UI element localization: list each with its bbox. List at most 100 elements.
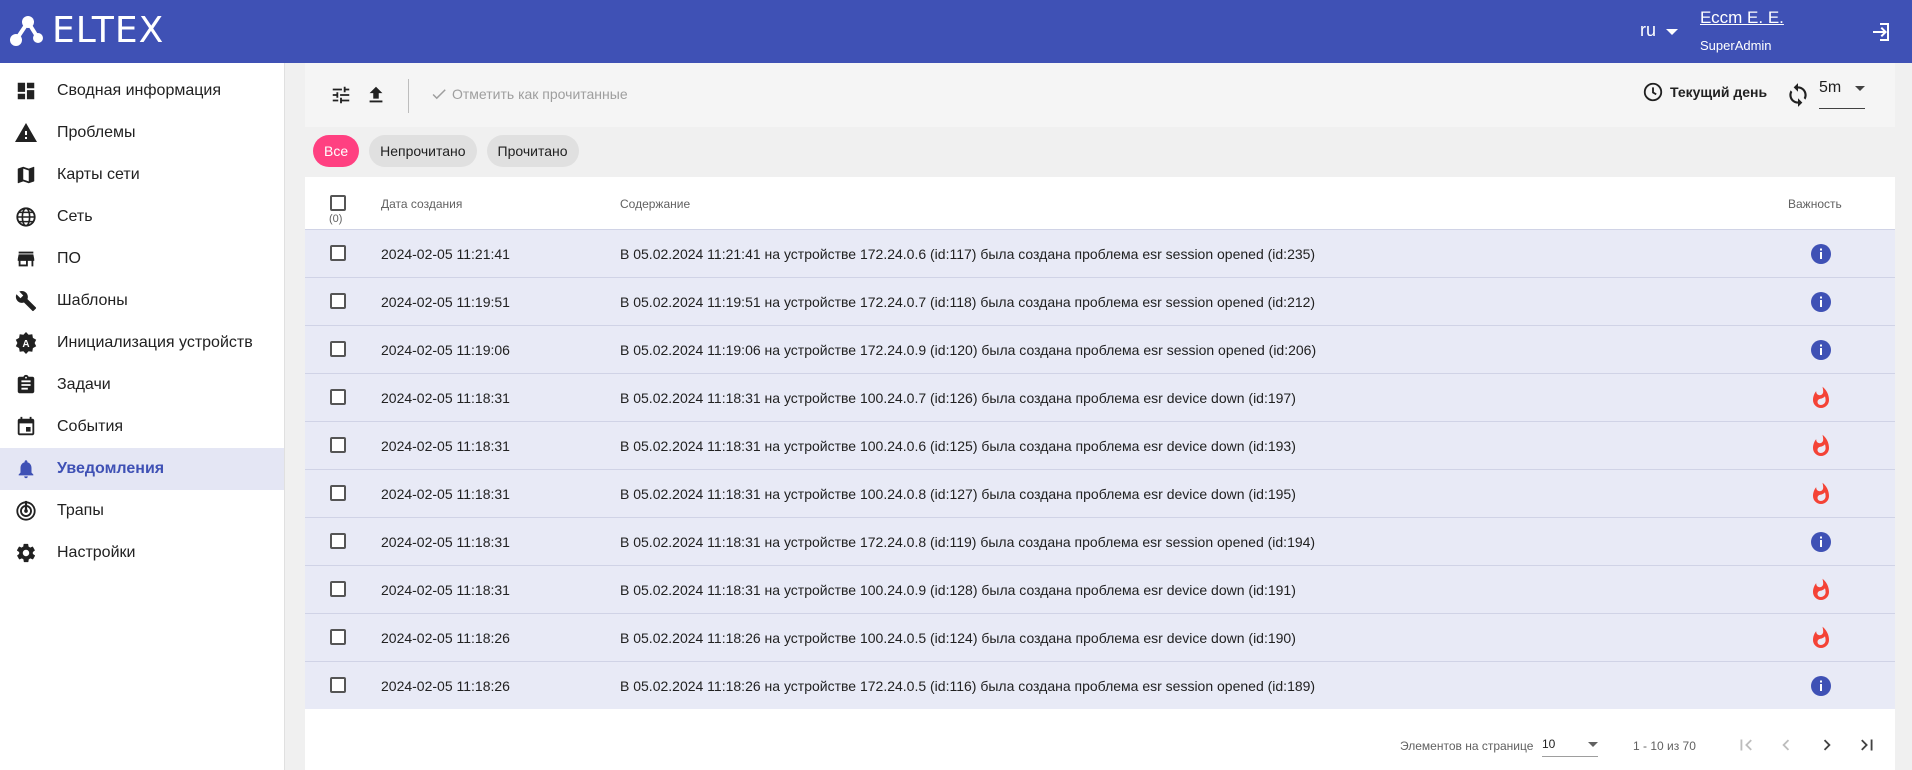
eltex-logo[interactable]: ELTEX — [8, 12, 164, 50]
row-checkbox[interactable] — [330, 581, 346, 597]
row-date: 2024-02-05 11:18:31 — [381, 582, 510, 598]
bell-icon — [14, 457, 38, 481]
export-button[interactable] — [364, 83, 388, 107]
row-content: В 05.02.2024 11:18:31 на устройстве 100.… — [620, 582, 1296, 598]
info-icon — [1811, 340, 1831, 360]
sidebar-item-label: Уведомления — [57, 460, 165, 477]
table-row[interactable]: 2024-02-05 11:21:41 В 05.02.2024 11:21:41… — [305, 229, 1895, 277]
sidebar-item-label: Задачи — [57, 376, 111, 393]
sidebar-item-problems[interactable]: Проблемы — [0, 112, 284, 154]
chip-all[interactable]: Все — [313, 135, 360, 167]
sidebar-item-tasks[interactable]: Задачи — [0, 364, 284, 406]
table-row[interactable]: 2024-02-05 11:18:31 В 05.02.2024 11:18:31… — [305, 421, 1895, 469]
row-content: В 05.02.2024 11:18:26 на устройстве 172.… — [620, 678, 1316, 694]
logout-icon[interactable] — [1868, 20, 1892, 44]
select-all-checkbox[interactable] — [330, 195, 346, 211]
dashboard-icon — [14, 79, 38, 103]
page-size-value: 10 — [1542, 737, 1556, 751]
fire-icon — [1813, 386, 1829, 408]
row-date: 2024-02-05 11:18:26 — [381, 678, 510, 694]
mark-as-read-button[interactable]: Отметить как прочитанные — [430, 85, 628, 103]
items-per-page-label: Элементов на странице — [1400, 739, 1534, 753]
previous-page-button[interactable] — [1772, 731, 1800, 759]
table-row[interactable]: 2024-02-05 11:18:31 В 05.02.2024 11:18:31… — [305, 565, 1895, 613]
row-checkbox[interactable] — [330, 485, 346, 501]
row-checkbox[interactable] — [330, 677, 346, 693]
row-checkbox[interactable] — [330, 245, 346, 261]
chip-unread[interactable]: Непрочитано — [369, 135, 477, 167]
sidebar-item-network-maps[interactable]: Карты сети — [0, 154, 284, 196]
first-page-icon — [1740, 739, 1752, 751]
row-checkbox[interactable] — [330, 389, 346, 405]
table-row[interactable]: 2024-02-05 11:19:51 В 05.02.2024 11:19:51… — [305, 277, 1895, 325]
wrench-icon — [14, 289, 38, 313]
sidebar-item-label: Сеть — [57, 208, 93, 225]
refresh-interval-select[interactable]: 5m — [1819, 79, 1865, 109]
table-row[interactable]: 2024-02-05 11:19:06 В 05.02.2024 11:19:06… — [305, 325, 1895, 373]
row-checkbox[interactable] — [330, 629, 346, 645]
table-row[interactable]: 2024-02-05 11:18:31 В 05.02.2024 11:18:31… — [305, 373, 1895, 421]
row-date: 2024-02-05 11:19:51 — [381, 294, 510, 310]
sidebar-item-traps[interactable]: Трапы — [0, 490, 284, 532]
user-name-link[interactable]: Ессm E. E. — [1700, 8, 1784, 28]
refresh-icon[interactable] — [1785, 82, 1811, 108]
info-icon — [1811, 532, 1831, 552]
notifications-table: (0) Дата создания Содержание Важность 20… — [305, 177, 1895, 770]
row-checkbox[interactable] — [330, 293, 346, 309]
first-page-button[interactable] — [1732, 731, 1760, 759]
current-day-button[interactable]: Текущий день — [1642, 81, 1767, 103]
sidebar-item-notifications[interactable]: Уведомления — [0, 448, 284, 490]
clock-icon — [1643, 82, 1663, 102]
chevron-down-icon — [1855, 86, 1865, 91]
sidebar-item-settings[interactable]: Настройки — [0, 532, 284, 574]
last-page-button[interactable] — [1853, 731, 1881, 759]
row-checkbox[interactable] — [330, 437, 346, 453]
last-page-icon — [1861, 739, 1873, 751]
row-checkbox[interactable] — [330, 341, 346, 357]
toolbar: Отметить как прочитанные Текущий день 5m — [305, 63, 1895, 127]
calendar-icon — [14, 415, 38, 439]
filter-settings-button[interactable] — [329, 83, 353, 107]
page-range-label: 1 - 10 из 70 — [1633, 739, 1696, 753]
paginator: Элементов на странице 10 1 - 10 из 70 — [305, 719, 1895, 770]
sidebar-item-software[interactable]: ПО — [0, 238, 284, 280]
row-content: В 05.02.2024 11:21:41 на устройстве 172.… — [620, 246, 1316, 262]
globe-icon — [14, 205, 38, 229]
table-row[interactable]: 2024-02-05 11:18:26 В 05.02.2024 11:18:26… — [305, 661, 1895, 709]
sidebar-item-label: Инициализация устройств — [57, 334, 253, 351]
tune-icon — [332, 86, 350, 104]
language-select[interactable]: ru — [1640, 20, 1679, 41]
column-header-content[interactable]: Содержание — [620, 197, 690, 211]
row-date: 2024-02-05 11:18:31 — [381, 438, 510, 454]
next-page-button[interactable] — [1813, 731, 1841, 759]
sidebar-item-dashboard[interactable]: Сводная информация — [0, 70, 284, 112]
table-row[interactable]: 2024-02-05 11:18:31 В 05.02.2024 11:18:31… — [305, 469, 1895, 517]
sidebar-item-network[interactable]: Сеть — [0, 196, 284, 238]
sidebar-item-device-init[interactable]: A Инициализация устройств — [0, 322, 284, 364]
fire-icon — [1813, 482, 1829, 504]
chip-read[interactable]: Прочитано — [486, 135, 579, 167]
info-icon — [1811, 292, 1831, 312]
user-info: Ессm E. E. SuperAdmin — [1700, 8, 1784, 53]
table-row[interactable]: 2024-02-05 11:18:26 В 05.02.2024 11:18:26… — [305, 613, 1895, 661]
sidebar-item-events[interactable]: События — [0, 406, 284, 448]
sidebar-item-templates[interactable]: Шаблоны — [0, 280, 284, 322]
radar-icon — [14, 499, 38, 523]
warning-icon — [14, 121, 38, 145]
row-date: 2024-02-05 11:18:31 — [381, 486, 510, 502]
sidebar-item-label: Сводная информация — [57, 82, 221, 99]
top-app-bar: ELTEX ru Ессm E. E. SuperAdmin — [0, 0, 1912, 63]
column-header-date[interactable]: Дата создания — [381, 197, 462, 211]
page-size-select[interactable]: 10 — [1542, 733, 1598, 757]
row-checkbox[interactable] — [330, 533, 346, 549]
brand-name: ELTEX — [52, 10, 165, 51]
chevron-down-icon — [1588, 742, 1598, 747]
table-row[interactable]: 2024-02-05 11:18:31 В 05.02.2024 11:18:31… — [305, 517, 1895, 565]
svg-text:A: A — [22, 339, 29, 350]
column-header-severity[interactable]: Важность — [1788, 197, 1842, 211]
fire-icon — [1813, 626, 1829, 648]
row-date: 2024-02-05 11:18:31 — [381, 390, 510, 406]
sidebar-item-label: Карты сети — [57, 166, 140, 183]
logo-mark-icon — [10, 16, 43, 46]
row-content: В 05.02.2024 11:18:31 на устройстве 100.… — [620, 438, 1296, 454]
